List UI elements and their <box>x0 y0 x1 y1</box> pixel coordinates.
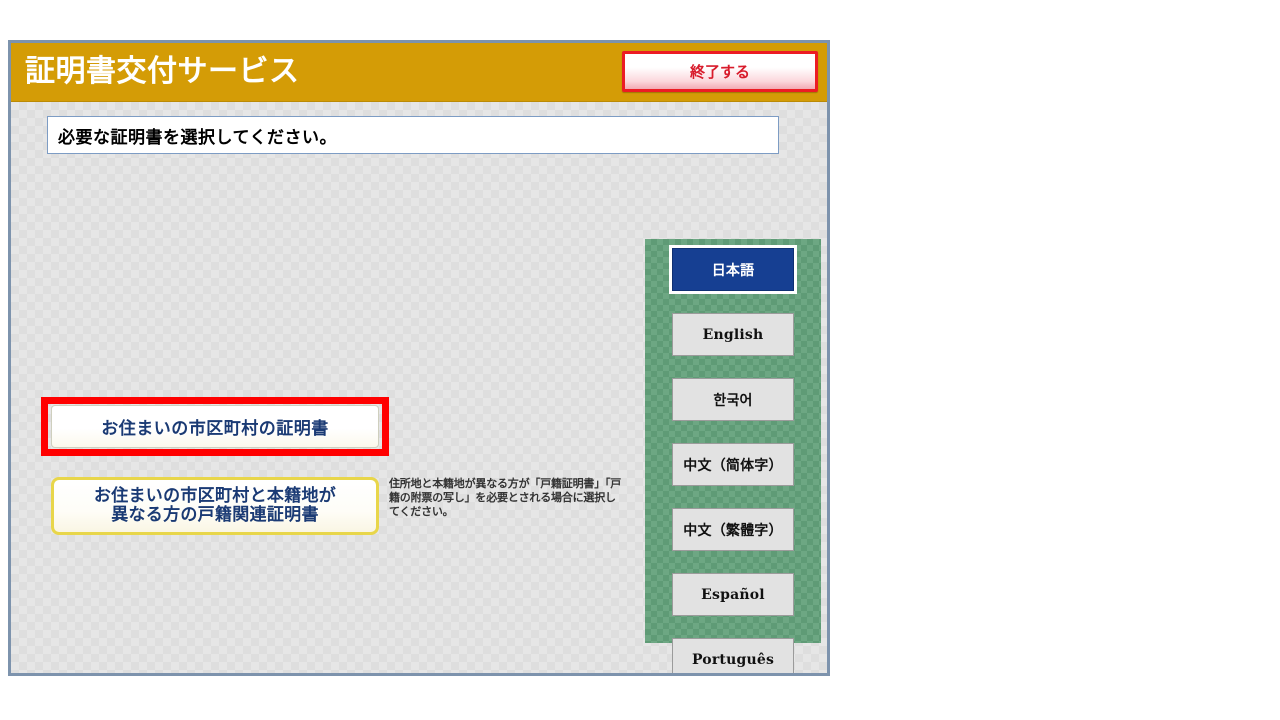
language-button-4[interactable]: 中文（繁體字） <box>672 508 794 551</box>
language-button-5[interactable]: Español <box>672 573 794 616</box>
resident-certificate-button[interactable]: お住まいの市区町村の証明書 <box>51 405 379 448</box>
language-button-6[interactable]: Português <box>672 638 794 673</box>
certificate-choice-area: お住まいの市区町村の証明書 お住まいの市区町村と本籍地が 異なる方の戸籍関連証明… <box>11 102 651 673</box>
koseki-button-line1: お住まいの市区町村と本籍地が <box>93 485 337 506</box>
exit-button[interactable]: 終了する <box>622 51 818 92</box>
kiosk-window: 証明書交付サービス 終了する 必要な証明書を選択してください。 お住まいの市区町… <box>8 40 830 676</box>
koseki-button-line2: 異なる方の戸籍関連証明書 <box>111 505 319 525</box>
app-body: 必要な証明書を選択してください。 お住まいの市区町村の証明書 お住まいの市区町村… <box>11 102 827 673</box>
language-button-2[interactable]: 한국어 <box>672 378 794 421</box>
language-button-1[interactable]: English <box>672 313 794 356</box>
language-button-3[interactable]: 中文（简体字） <box>672 443 794 486</box>
page-title: 証明書交付サービス <box>25 54 300 89</box>
language-panel: 日本語 English 한국어 中文（简体字） 中文（繁體字） Español Portug… <box>645 239 821 673</box>
language-button-0[interactable]: 日本語 <box>672 248 794 291</box>
app-header: 証明書交付サービス 終了する <box>11 43 827 102</box>
koseki-note-text: 住所地と本籍地が異なる方が「戸籍証明書」「戸籍の附票の写し」を必要とされる場合に… <box>389 477 622 519</box>
koseki-certificate-button[interactable]: お住まいの市区町村と本籍地が 異なる方の戸籍関連証明書 <box>51 477 379 535</box>
